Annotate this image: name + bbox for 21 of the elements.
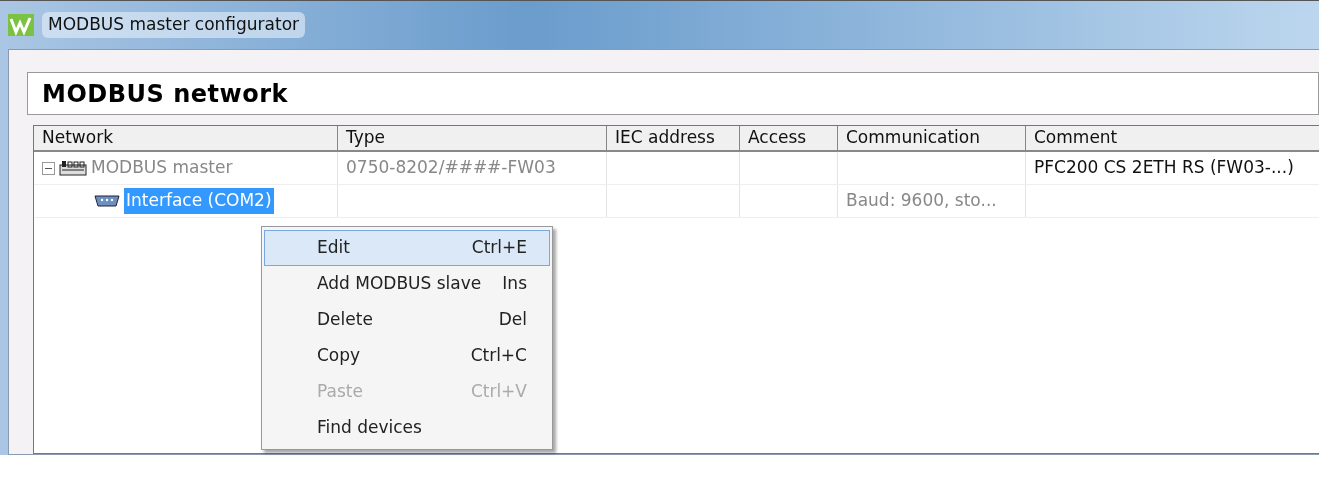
column-header[interactable]: Network	[34, 126, 338, 150]
controller-icon	[59, 160, 87, 176]
column-header[interactable]: Access	[740, 126, 838, 150]
tree-node-label[interactable]: MODBUS master	[91, 155, 233, 181]
column-header[interactable]: Comment	[1026, 126, 1319, 150]
section-title: MODBUS network	[42, 78, 288, 110]
serial-port-icon	[94, 194, 120, 208]
column-header[interactable]: Communication	[838, 126, 1026, 150]
table-cell-text: Baud: 9600, sto...	[846, 189, 997, 213]
menu-item[interactable]: Find devices	[264, 410, 550, 446]
column-header[interactable]: IEC address	[607, 126, 740, 150]
menu-item[interactable]: Add MODBUS slave Ins	[264, 266, 550, 302]
table-cell-text: 0750-8202/####-FW03	[346, 156, 556, 180]
table-cell-text: PFC200 CS 2ETH RS (FW03-...)	[1034, 156, 1294, 180]
app-icon	[8, 14, 34, 36]
menu-item[interactable]: Delete Del	[264, 302, 550, 338]
window-title: MODBUS master configurator	[42, 12, 306, 38]
menu-item[interactable]: Copy Ctrl+C	[264, 338, 550, 374]
menu-item[interactable]: Edit Ctrl+E	[264, 230, 550, 266]
column-header[interactable]: Type	[338, 126, 607, 150]
collapse-toggle[interactable]	[42, 161, 55, 175]
